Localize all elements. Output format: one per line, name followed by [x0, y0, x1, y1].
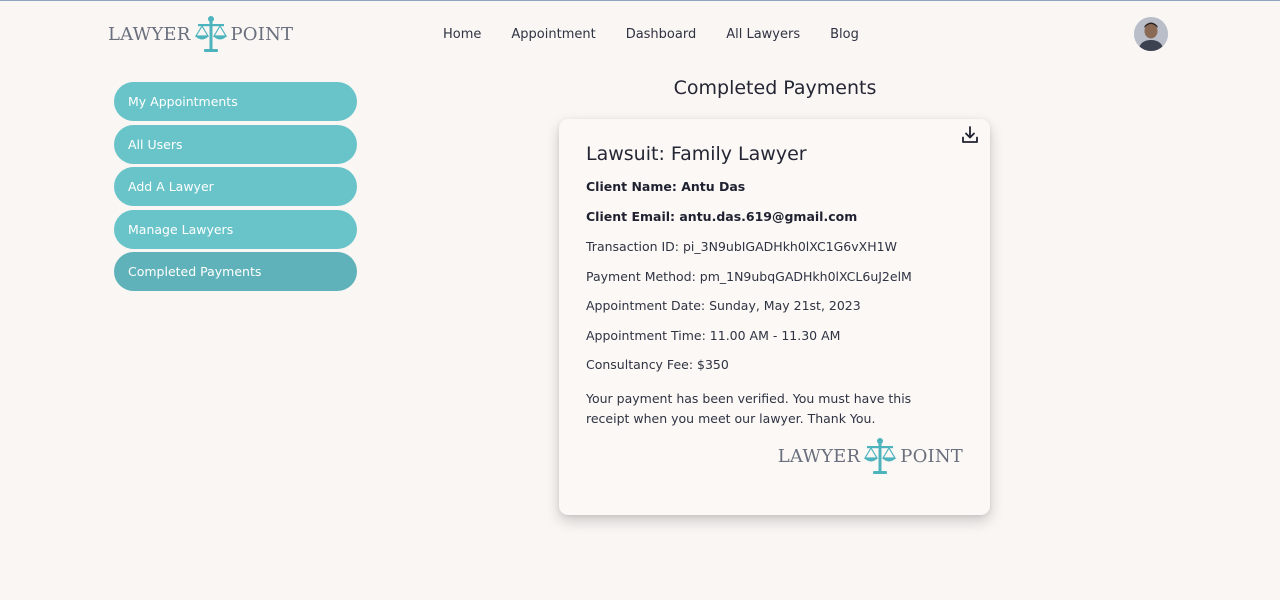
page: LAWYER POINT Home Appointment Dashboard … — [0, 0, 1280, 600]
lawsuit-title: Lawsuit: Family Lawyer — [586, 143, 807, 165]
payment-receipt-card: Lawsuit: Family Lawyer Client Name: Antu… — [559, 119, 990, 515]
sidebar-item-completed-payments[interactable]: Completed Payments — [114, 252, 357, 292]
dashboard-sidebar: My Appointments All Users Add A Lawyer M… — [114, 82, 357, 295]
brand-word-point: POINT — [230, 24, 294, 45]
appointment-date: Appointment Date: Sunday, May 21st, 2023 — [586, 298, 861, 313]
transaction-id: Transaction ID: pi_3N9ubIGADHkh0lXC1G6vX… — [586, 239, 897, 254]
brand-word-lawyer: LAWYER — [108, 24, 191, 45]
avatar[interactable] — [1134, 17, 1168, 51]
nav-blog[interactable]: Blog — [830, 27, 859, 42]
user-avatar-icon — [1134, 17, 1168, 51]
payment-method: Payment Method: pm_1N9ubqGADHkh0lXCL6uJ2… — [586, 268, 912, 284]
receipt-brand-logo: LAWYER POINT — [778, 437, 963, 477]
download-icon[interactable] — [960, 125, 980, 145]
page-title: Completed Payments — [673, 77, 877, 99]
consultancy-fee: Consultancy Fee: $350 — [586, 357, 729, 372]
sidebar-item-all-users[interactable]: All Users — [114, 124, 357, 164]
nav-appointment[interactable]: Appointment — [511, 27, 595, 42]
brand-logo[interactable]: LAWYER POINT — [108, 15, 293, 55]
nav-all-lawyers[interactable]: All Lawyers — [726, 27, 800, 42]
sidebar-item-add-a-lawyer[interactable]: Add A Lawyer — [114, 167, 357, 207]
client-name: Client Name: Antu Das — [586, 179, 746, 194]
nav-home[interactable]: Home — [443, 27, 481, 42]
client-email: Client Email: antu.das.619@gmail.com — [586, 209, 858, 224]
nav-dashboard[interactable]: Dashboard — [626, 27, 697, 42]
verification-note: Your payment has been verified. You must… — [586, 391, 912, 426]
scales-of-justice-icon — [864, 438, 897, 474]
brand-word-point: POINT — [900, 446, 963, 467]
sidebar-item-manage-lawyers[interactable]: Manage Lawyers — [114, 209, 357, 249]
top-nav: Home Appointment Dashboard All Lawyers B… — [443, 27, 859, 42]
appointment-time: Appointment Time: 11.00 AM - 11.30 AM — [586, 327, 841, 343]
brand-word-lawyer: LAWYER — [777, 446, 861, 467]
scales-of-justice-icon — [194, 16, 227, 52]
